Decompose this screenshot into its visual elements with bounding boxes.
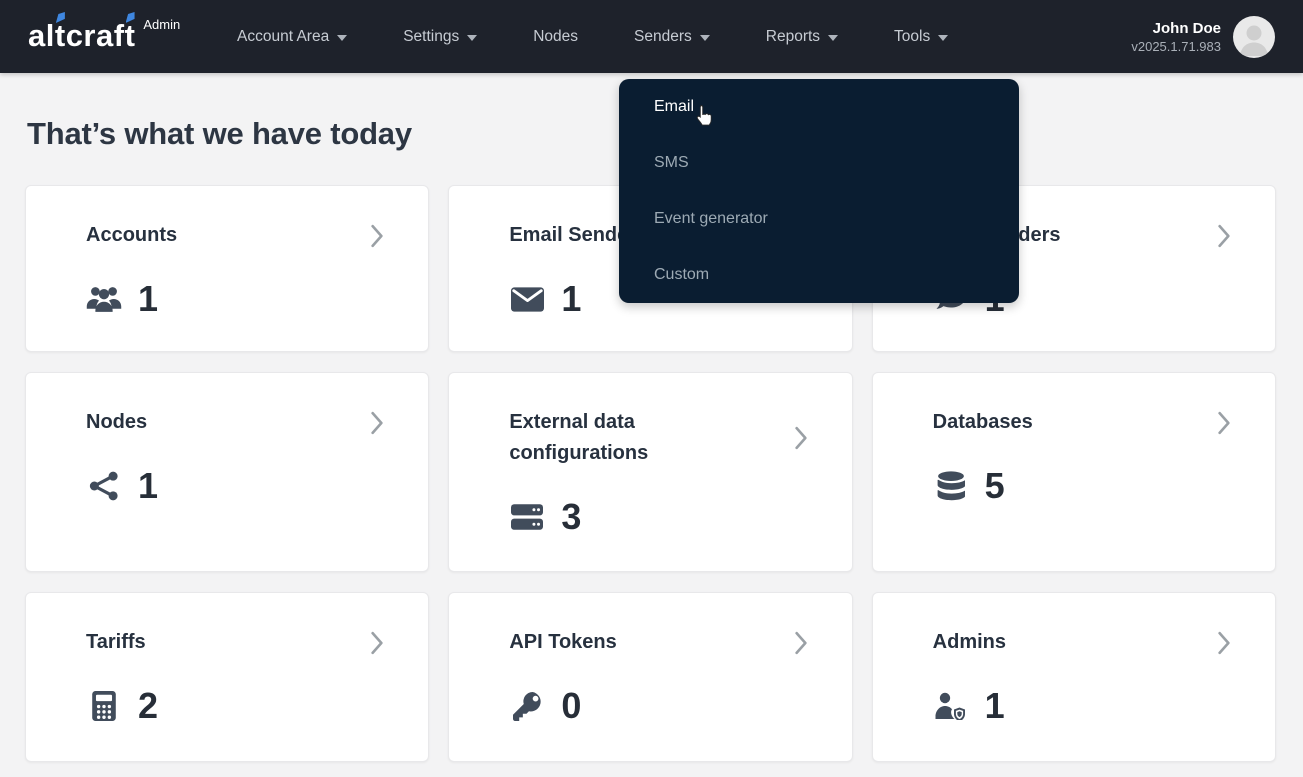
chevron-right-icon[interactable] (794, 426, 808, 450)
user-menu[interactable]: John Doe v2025.1.71.983 (1131, 0, 1275, 73)
card-title: API Tokens (509, 627, 739, 658)
card-value: 5 (985, 465, 1005, 507)
avatar[interactable] (1233, 16, 1275, 58)
card-api-tokens[interactable]: API Tokens 0 (448, 592, 852, 762)
senders-dropdown-menu: Email SMS Event generator Custom (619, 79, 1019, 303)
users-icon (86, 285, 122, 313)
user-shield-icon (933, 692, 969, 720)
database-icon (933, 471, 969, 501)
caret-down-icon (700, 35, 710, 41)
card-admins[interactable]: Admins 1 (872, 592, 1276, 762)
chevron-right-icon[interactable] (1217, 224, 1231, 248)
nav-item-tools[interactable]: Tools (894, 28, 948, 46)
dropdown-item-email[interactable]: Email (619, 79, 1019, 135)
dropdown-item-custom[interactable]: Custom (619, 247, 1019, 303)
top-navbar: altcraft Admin Account Area Settings Nod… (0, 0, 1303, 73)
version-label: v2025.1.71.983 (1131, 38, 1221, 55)
chevron-right-icon[interactable] (1217, 631, 1231, 655)
chevron-right-icon[interactable] (370, 411, 384, 435)
card-value: 0 (561, 685, 581, 727)
caret-down-icon (828, 35, 838, 41)
card-title: Nodes (86, 407, 316, 438)
chevron-right-icon[interactable] (1217, 411, 1231, 435)
nav-item-reports[interactable]: Reports (766, 28, 838, 46)
dropdown-item-sms[interactable]: SMS (619, 135, 1019, 191)
logo-t-accent-icon: t (125, 14, 136, 58)
nav-item-senders[interactable]: Senders (634, 28, 710, 46)
card-value: 1 (985, 685, 1005, 727)
nav-item-account-area[interactable]: Account Area (237, 28, 347, 46)
user-name: John Doe (1131, 19, 1221, 38)
altcraft-logo[interactable]: altcraft Admin (28, 14, 180, 58)
chevron-right-icon[interactable] (794, 631, 808, 655)
logo-t-accent-icon: t (55, 14, 66, 58)
card-title: Admins (933, 627, 1163, 658)
logo-wordmark: altcraft (28, 14, 135, 58)
dropdown-item-event-generator[interactable]: Event generator (619, 191, 1019, 247)
server-icon (509, 504, 545, 530)
card-external-data-configurations[interactable]: External data configurations 3 (448, 372, 852, 572)
card-value: 3 (561, 496, 581, 538)
card-value: 1 (138, 278, 158, 320)
main-nav: Account Area Settings Nodes Senders Repo… (237, 0, 948, 73)
chevron-right-icon[interactable] (370, 224, 384, 248)
nav-item-settings[interactable]: Settings (403, 28, 477, 46)
card-title: External data configurations (509, 407, 739, 469)
card-accounts[interactable]: Accounts 1 (25, 185, 429, 352)
card-databases[interactable]: Databases 5 (872, 372, 1276, 572)
calculator-icon (86, 691, 122, 721)
share-alt-icon (86, 471, 122, 501)
caret-down-icon (337, 35, 347, 41)
admin-badge: Admin (143, 17, 180, 32)
card-title: Tariffs (86, 627, 316, 658)
card-value: 1 (138, 465, 158, 507)
caret-down-icon (938, 35, 948, 41)
card-nodes[interactable]: Nodes 1 (25, 372, 429, 572)
key-icon (509, 692, 545, 721)
avatar-silhouette-icon (1233, 16, 1275, 58)
chevron-right-icon[interactable] (370, 631, 384, 655)
nav-item-nodes[interactable]: Nodes (533, 28, 578, 46)
caret-down-icon (467, 35, 477, 41)
envelope-icon (509, 287, 545, 312)
card-value: 1 (561, 278, 581, 320)
card-value: 2 (138, 685, 158, 727)
card-tariffs[interactable]: Tariffs 2 (25, 592, 429, 762)
card-title: Databases (933, 407, 1163, 438)
card-title: Accounts (86, 220, 316, 251)
